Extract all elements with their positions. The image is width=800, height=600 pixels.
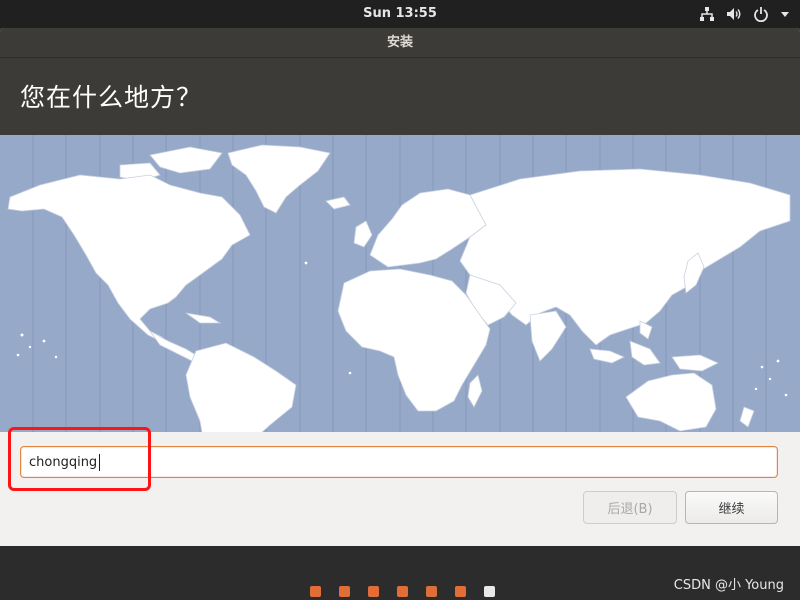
clock[interactable]: Sun 13:55 xyxy=(0,0,800,28)
asia xyxy=(459,168,791,346)
top-panel: Sun 13:55 xyxy=(0,0,800,28)
watermark: CSDN @小 Young xyxy=(673,578,784,593)
volume-icon xyxy=(727,8,741,20)
chevron-down-icon xyxy=(781,12,789,17)
south-america xyxy=(185,342,297,432)
continue-button[interactable]: 继续 xyxy=(685,491,778,524)
system-tray[interactable] xyxy=(699,0,790,28)
window-title: 安装 xyxy=(0,28,800,58)
progress-dot xyxy=(310,586,321,597)
annotation-highlight-box xyxy=(8,427,151,491)
progress-dot xyxy=(397,586,408,597)
progress-dot xyxy=(339,586,350,597)
progress-dot-current xyxy=(484,586,495,597)
network-icon xyxy=(700,7,714,21)
power-icon xyxy=(754,7,768,22)
progress-dot xyxy=(455,586,466,597)
australia xyxy=(625,372,717,432)
world-map xyxy=(7,135,791,432)
north-america xyxy=(7,174,251,342)
timezone-map[interactable] xyxy=(0,135,800,432)
greenland xyxy=(227,144,331,214)
page-title: 您在什么地方？ xyxy=(20,83,203,112)
installer-window: 安装 您在什么地方？ chongqing 后退(B) 继续 xyxy=(0,28,800,546)
back-button[interactable]: 后退(B) xyxy=(583,491,677,524)
progress-dot xyxy=(368,586,379,597)
progress-dot xyxy=(426,586,437,597)
